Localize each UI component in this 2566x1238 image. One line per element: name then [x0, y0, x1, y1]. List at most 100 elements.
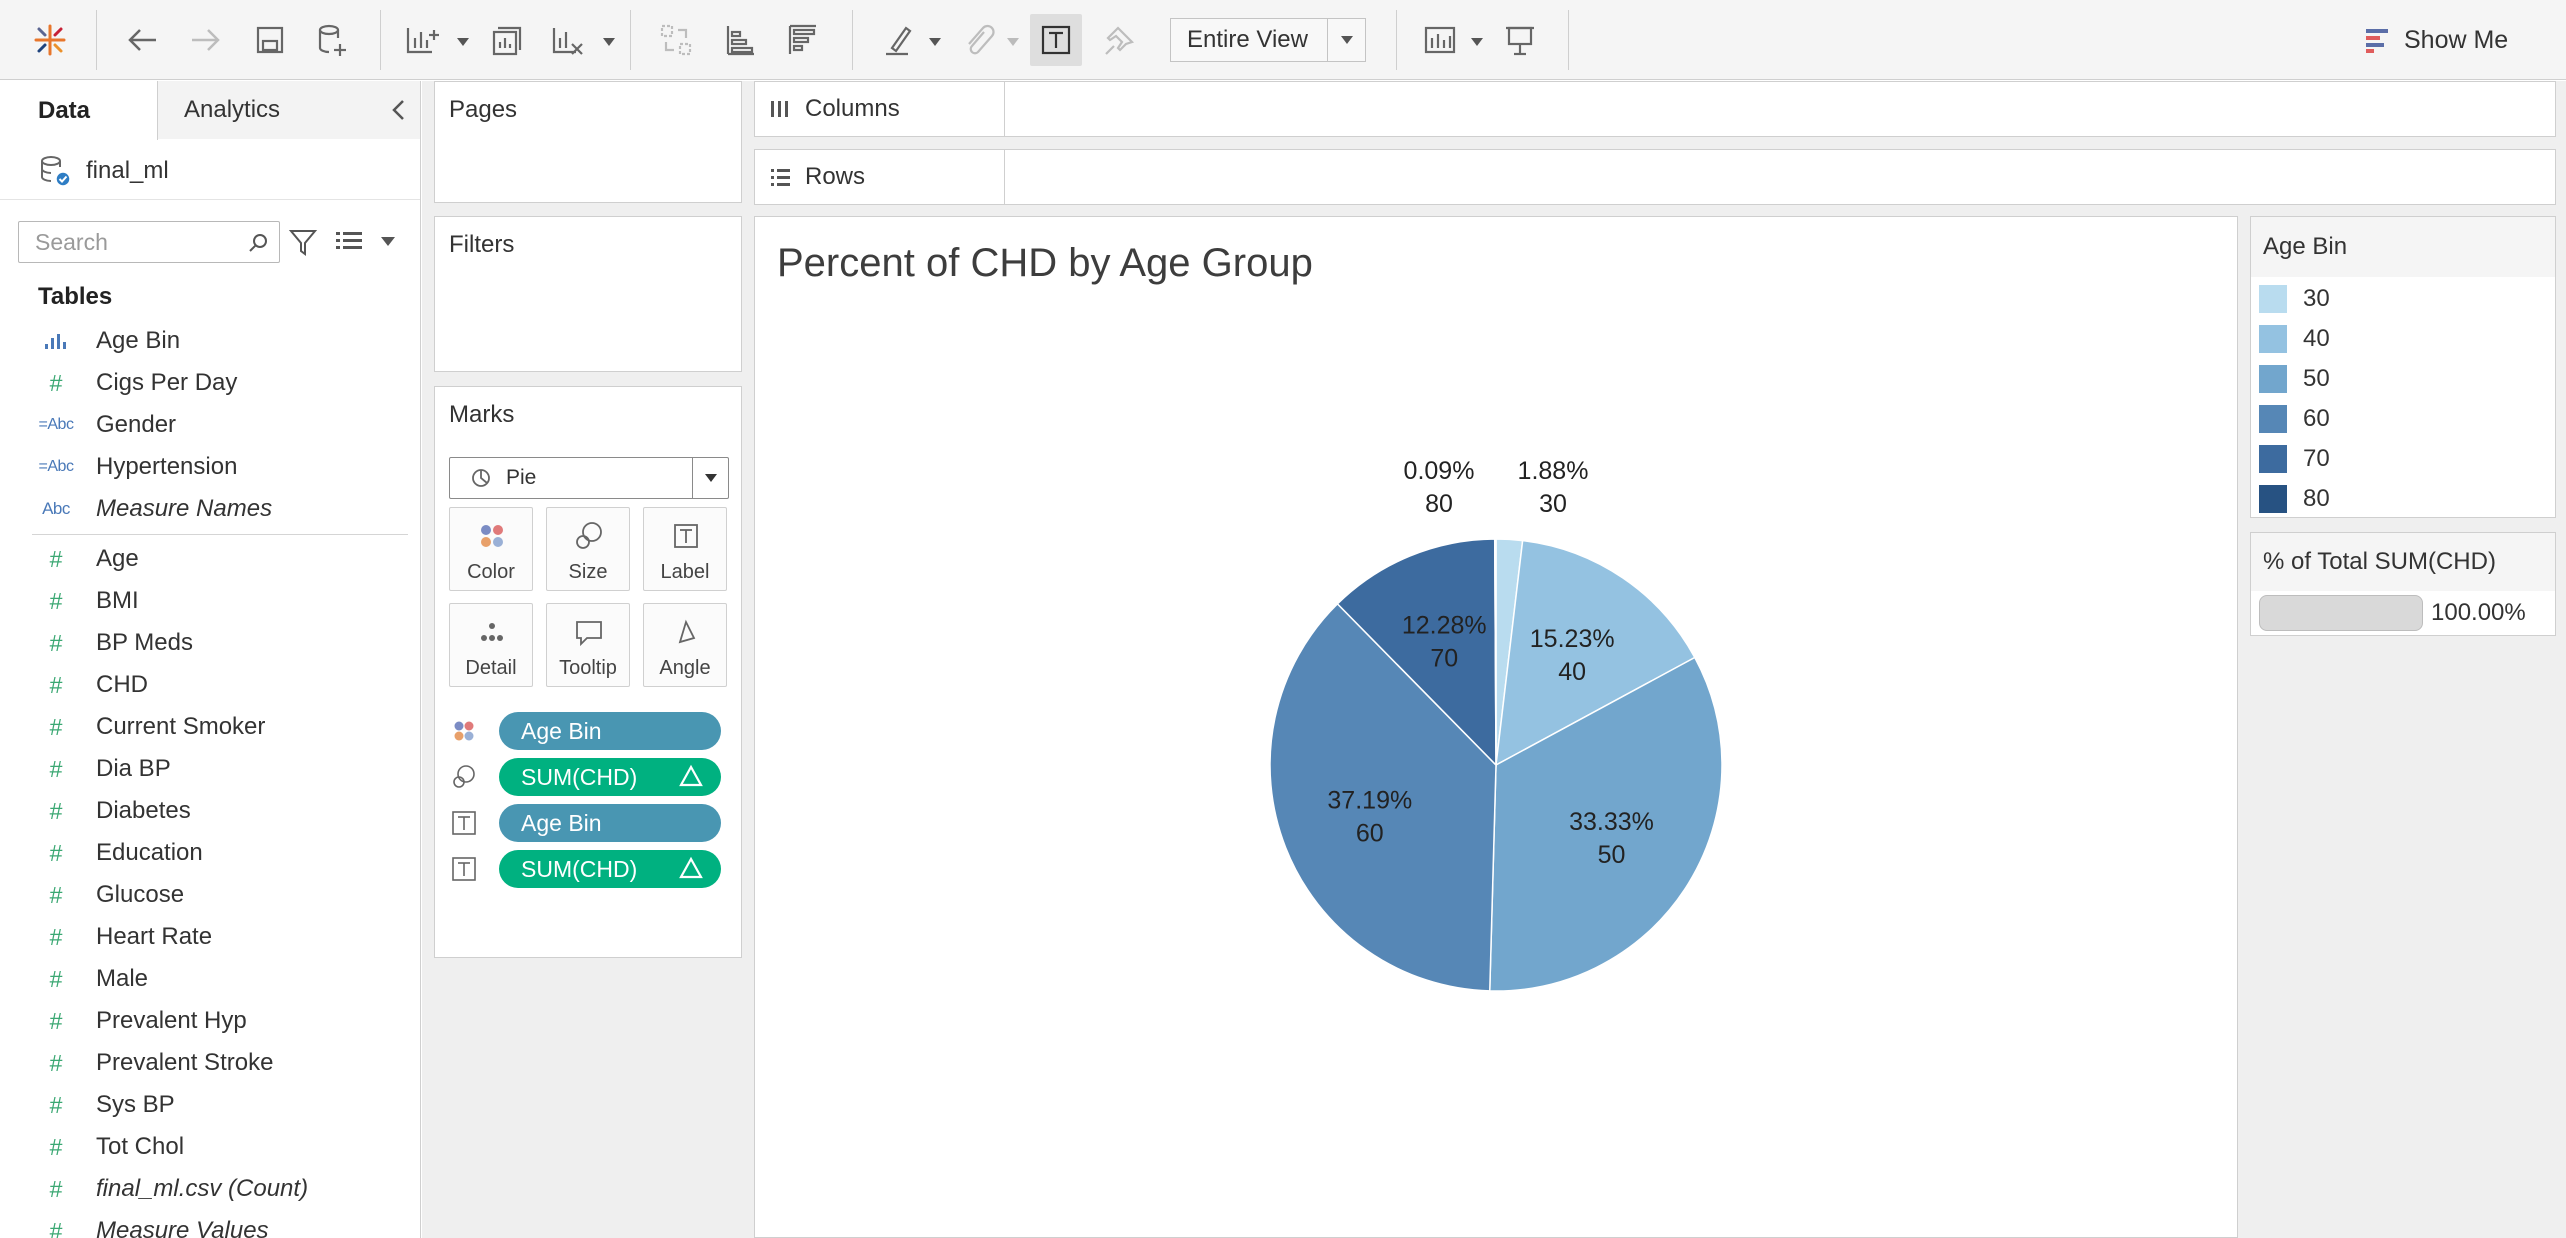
- encoding-label-icon[interactable]: [449, 808, 479, 838]
- new-datasource-icon[interactable]: [306, 14, 358, 66]
- duplicate-sheet-icon[interactable]: [480, 14, 532, 66]
- field-item[interactable]: # Measure Values: [0, 1211, 420, 1238]
- swap-rows-columns-icon[interactable]: [650, 14, 702, 66]
- fit-view-dropdown[interactable]: Entire View: [1170, 18, 1366, 62]
- marks-label-button[interactable]: Label: [643, 507, 727, 591]
- color-legend: Age Bin 30 40 50 60 70 80: [2250, 216, 2556, 518]
- new-worksheet-dropdown-icon[interactable]: [456, 34, 470, 46]
- field-item[interactable]: # Age: [0, 539, 420, 579]
- redo-icon[interactable]: [180, 14, 232, 66]
- number-field-icon: #: [49, 1049, 63, 1076]
- datasource-item[interactable]: final_ml: [38, 151, 169, 191]
- list-view-icon[interactable]: [334, 229, 364, 255]
- field-item[interactable]: # Current Smoker: [0, 707, 420, 747]
- new-worksheet-icon[interactable]: [396, 14, 448, 66]
- fix-axes-pin-icon[interactable]: [1094, 14, 1146, 66]
- undo-icon[interactable]: [116, 14, 168, 66]
- show-cards-icon[interactable]: [1414, 14, 1466, 66]
- pages-card[interactable]: Pages: [434, 81, 742, 203]
- field-item[interactable]: # Tot Chol: [0, 1127, 420, 1167]
- show-mark-labels-icon[interactable]: [1030, 14, 1082, 66]
- filter-icon[interactable]: [288, 227, 318, 257]
- field-item[interactable]: # CHD: [0, 665, 420, 705]
- show-me-button[interactable]: Show Me: [2366, 18, 2508, 62]
- highlight-icon[interactable]: [872, 14, 924, 66]
- legend-item[interactable]: 30: [2259, 279, 2549, 319]
- tab-analytics[interactable]: Analytics: [158, 81, 420, 139]
- columns-label: Columns: [805, 95, 900, 122]
- field-item[interactable]: # Sys BP: [0, 1085, 420, 1125]
- clear-sheet-dropdown-icon[interactable]: [602, 34, 616, 46]
- presentation-mode-icon[interactable]: [1494, 14, 1546, 66]
- marks-tooltip-button[interactable]: Tooltip: [546, 603, 630, 687]
- legend-item[interactable]: 50: [2259, 359, 2549, 399]
- clear-sheet-icon[interactable]: [542, 14, 594, 66]
- group-members-icon[interactable]: [952, 14, 1004, 66]
- field-item[interactable]: # Prevalent Stroke: [0, 1043, 420, 1083]
- pill-label: SUM(CHD): [521, 855, 638, 882]
- marks-angle-button[interactable]: Angle: [643, 603, 727, 687]
- field-search-box[interactable]: [18, 221, 280, 263]
- sort-ascending-icon[interactable]: [714, 14, 766, 66]
- legend-item[interactable]: 80: [2259, 479, 2549, 519]
- field-item[interactable]: =Abc Hypertension: [0, 447, 420, 487]
- view-options-dropdown-icon[interactable]: [380, 235, 396, 247]
- toolbar: Entire View Show Me: [0, 0, 2566, 80]
- field-name: Male: [96, 965, 149, 992]
- pill-label: SUM(CHD): [521, 763, 638, 790]
- pie-label-percent: 1.88%: [1518, 457, 1589, 485]
- legend-item[interactable]: 70: [2259, 439, 2549, 479]
- field-name: Age Bin: [96, 327, 181, 354]
- data-pane: Analytics Data final_ml Tables Age Bin # C…: [0, 81, 421, 1238]
- encoding-label-icon[interactable]: [449, 854, 479, 884]
- mark-type-chevron-icon[interactable]: [692, 458, 728, 498]
- pill-label: Age Bin: [521, 809, 602, 836]
- search-icon: [247, 232, 269, 254]
- field-pill[interactable]: Age Bin: [499, 712, 721, 750]
- field-pill[interactable]: Age Bin: [499, 804, 721, 842]
- show-cards-dropdown-icon[interactable]: [1470, 34, 1484, 46]
- field-item[interactable]: # Heart Rate: [0, 917, 420, 957]
- field-item[interactable]: # Glucose: [0, 875, 420, 915]
- legend-item[interactable]: 60: [2259, 399, 2549, 439]
- field-item[interactable]: =Abc Gender: [0, 405, 420, 445]
- field-item[interactable]: # Male: [0, 959, 420, 999]
- columns-shelf[interactable]: Columns: [754, 81, 2556, 137]
- field-search-input[interactable]: [35, 228, 235, 256]
- number-field-icon: #: [49, 1175, 63, 1202]
- field-name: Current Smoker: [96, 713, 266, 740]
- field-item[interactable]: # BMI: [0, 581, 420, 621]
- field-pill[interactable]: SUM(CHD): [499, 758, 721, 796]
- tableau-logo-icon[interactable]: [24, 14, 76, 66]
- field-item[interactable]: # Education: [0, 833, 420, 873]
- marks-color-button[interactable]: Color: [449, 507, 533, 591]
- field-pill[interactable]: SUM(CHD): [499, 850, 721, 888]
- encoding-color-icon[interactable]: [449, 716, 479, 746]
- legend-item[interactable]: 40: [2259, 319, 2549, 359]
- field-name: Measure Values: [96, 1217, 269, 1238]
- encoding-size-icon[interactable]: [449, 762, 479, 792]
- save-icon[interactable]: [244, 14, 296, 66]
- field-name: Prevalent Hyp: [96, 1007, 247, 1034]
- field-item[interactable]: # Cigs Per Day: [0, 363, 420, 403]
- marks-detail-button[interactable]: Detail: [449, 603, 533, 687]
- highlight-dropdown-icon[interactable]: [928, 34, 942, 46]
- field-item[interactable]: # BP Meds: [0, 623, 420, 663]
- number-field-icon: #: [49, 1007, 63, 1034]
- field-item[interactable]: # Diabetes: [0, 791, 420, 831]
- marks-title: Marks: [449, 401, 515, 428]
- rows-shelf[interactable]: Rows: [754, 149, 2556, 205]
- filters-card[interactable]: Filters: [434, 216, 742, 372]
- field-item[interactable]: # Prevalent Hyp: [0, 1001, 420, 1041]
- tab-data[interactable]: Data: [0, 81, 158, 140]
- field-item[interactable]: Age Bin: [0, 321, 420, 361]
- fit-view-chevron-icon[interactable]: [1327, 19, 1365, 61]
- sort-descending-icon[interactable]: [776, 14, 828, 66]
- field-item[interactable]: # final_ml.csv (Count): [0, 1169, 420, 1209]
- group-dropdown-icon[interactable]: [1006, 34, 1020, 46]
- marks-size-button[interactable]: Size: [546, 507, 630, 591]
- field-item[interactable]: # Dia BP: [0, 749, 420, 789]
- field-item[interactable]: Abc Measure Names: [0, 489, 420, 529]
- collapse-pane-chevron-left-icon[interactable]: [388, 97, 410, 123]
- mark-type-dropdown[interactable]: Pie: [449, 457, 729, 499]
